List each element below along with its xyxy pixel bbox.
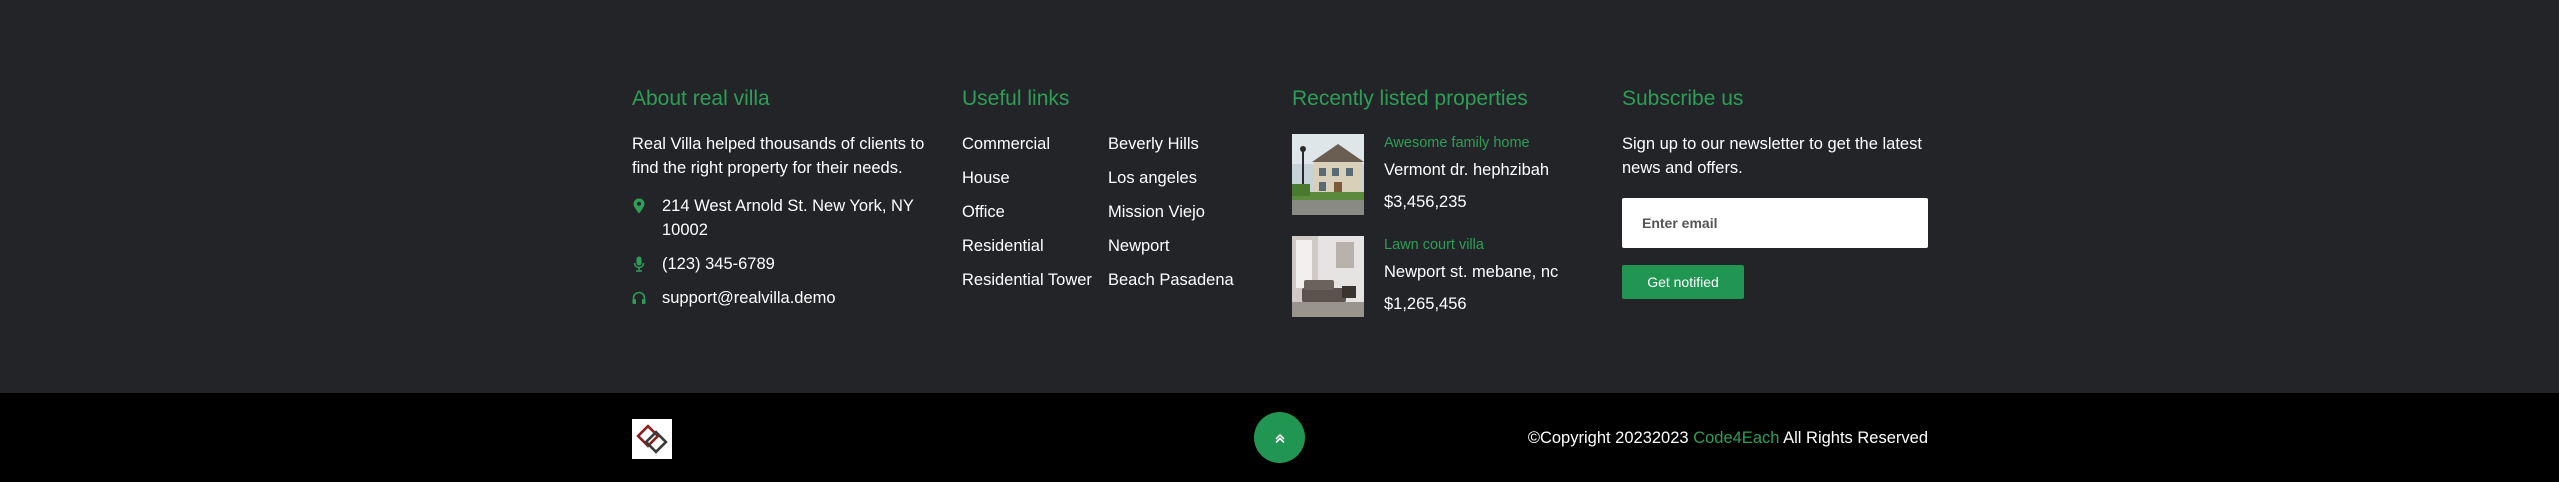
subscribe-text: Sign up to our newsletter to get the lat… [1622, 135, 1922, 177]
property-address: Vermont dr. hephzibah [1384, 161, 1550, 179]
footer-top: About real villa Real Villa helped thous… [0, 0, 2559, 393]
contact-email-text[interactable]: support@realvilla.demo [662, 289, 836, 307]
link-newport[interactable]: Newport [1108, 234, 1234, 258]
property-name[interactable]: Awesome family home [1384, 134, 1604, 152]
link-mission-viejo[interactable]: Mission Viejo [1108, 200, 1234, 224]
property-item: Awesome family home Vermont dr. hephziba… [1292, 134, 1592, 216]
contact-list: 214 West Arnold St. New York, NY 10002 (… [632, 194, 932, 310]
headphones-icon [632, 290, 646, 306]
property-name[interactable]: Lawn court villa [1384, 236, 1604, 254]
copyright-suffix: All Rights Reserved [1783, 429, 1928, 447]
about-title: About real villa [632, 87, 770, 110]
useful-links-col-1: Commercial House Office Residential Resi… [962, 132, 1092, 302]
useful-links-col-2: Beverly Hills Los angeles Mission Viejo … [1108, 132, 1234, 302]
link-residential[interactable]: Residential [962, 234, 1092, 258]
copyright-brand-link[interactable]: Code4Each [1693, 429, 1779, 447]
real-villa-logo-icon[interactable] [632, 419, 672, 459]
link-beverly-hills[interactable]: Beverly Hills [1108, 132, 1234, 156]
back-to-top-button[interactable] [1254, 412, 1305, 463]
email-input[interactable] [1622, 198, 1928, 248]
property-price: $3,456,235 [1384, 193, 1467, 211]
contact-address: 214 West Arnold St. New York, NY 10002 [632, 194, 932, 242]
link-beach-pasadena[interactable]: Beach Pasadena [1108, 268, 1234, 292]
subscribe-title: Subscribe us [1622, 87, 1744, 110]
about-text: Real Villa helped thousands of clients t… [632, 135, 925, 177]
microphone-icon [632, 256, 646, 272]
contact-phone-text[interactable]: (123) 345-6789 [662, 255, 775, 273]
link-commercial[interactable]: Commercial [962, 132, 1092, 156]
link-los-angeles[interactable]: Los angeles [1108, 166, 1234, 190]
link-office[interactable]: Office [962, 200, 1092, 224]
property-thumbnail[interactable] [1292, 236, 1364, 317]
copyright-prefix: ©Copyright 20232023 [1527, 429, 1689, 447]
useful-links-title: Useful links [962, 87, 1070, 110]
useful-links-section: Useful links Commercial House Office Res… [962, 86, 1262, 289]
property-price: $1,265,456 [1384, 295, 1467, 313]
about-section: About real villa Real Villa helped thous… [632, 86, 932, 320]
get-notified-button[interactable]: Get notified [1622, 265, 1744, 299]
copyright: ©Copyright 20232023 Code4Each All Rights… [1528, 428, 1928, 448]
map-marker-icon [632, 198, 646, 214]
footer-bottom: ©Copyright 20232023 Code4Each All Rights… [0, 393, 2559, 482]
property-item: Lawn court villa Newport st. mebane, nc … [1292, 236, 1592, 318]
property-info: Lawn court villa Newport st. mebane, nc … [1384, 236, 1604, 314]
contact-address-text: 214 West Arnold St. New York, NY 10002 [662, 197, 914, 239]
subscribe-section: Subscribe us Sign up to our newsletter t… [1622, 86, 1932, 299]
chevron-double-up-icon [1275, 433, 1284, 443]
link-house[interactable]: House [962, 166, 1092, 190]
link-residential-tower[interactable]: Residential Tower [962, 268, 1092, 292]
recent-properties-section: Recently listed properties Awesome famil… [1292, 86, 1592, 338]
contact-phone[interactable]: (123) 345-6789 [632, 252, 932, 276]
recent-properties-title: Recently listed properties [1292, 87, 1528, 110]
property-thumbnail[interactable] [1292, 134, 1364, 215]
property-address: Newport st. mebane, nc [1384, 263, 1559, 281]
property-info: Awesome family home Vermont dr. hephziba… [1384, 134, 1604, 212]
contact-email[interactable]: support@realvilla.demo [632, 286, 932, 310]
